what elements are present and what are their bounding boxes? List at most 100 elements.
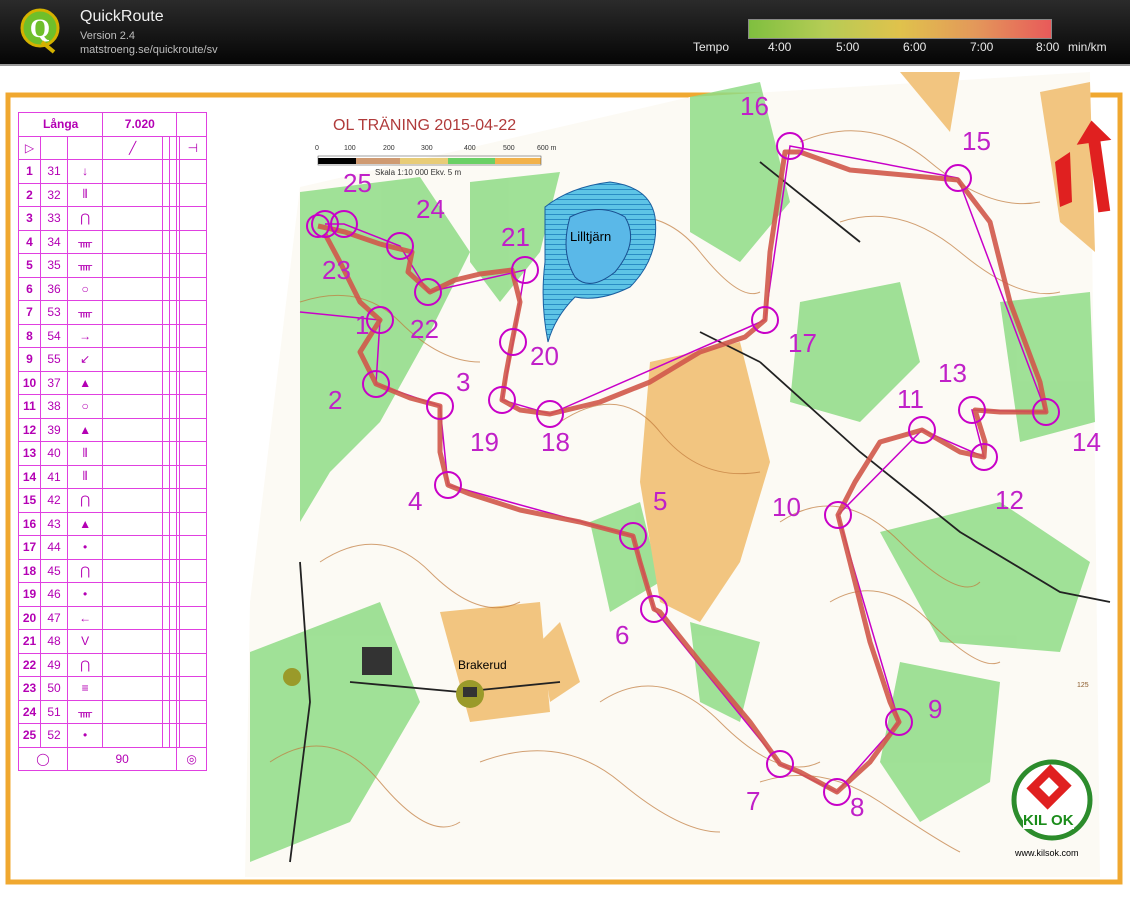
empty-cell — [168, 723, 178, 748]
start-triangle-icon: ▷ — [18, 135, 41, 160]
control-symbol-icon: ᚄ — [66, 229, 104, 254]
empty-cell — [161, 229, 171, 254]
empty-cell — [161, 206, 171, 231]
control-symbol-icon: ▲ — [66, 417, 104, 442]
control-number: 25 — [18, 723, 41, 748]
control-code: 31 — [40, 159, 68, 184]
quickroute-logo-icon: Q — [20, 8, 60, 54]
empty-cell — [168, 276, 178, 301]
control-label: 16 — [740, 91, 769, 121]
control-code: 39 — [40, 417, 68, 442]
control-description-row: 23 50 ≡ — [18, 676, 208, 701]
empty-cell — [178, 394, 208, 419]
control-symbol-icon: ← — [66, 605, 104, 630]
control-number: 23 — [18, 676, 41, 701]
control-number: 2 — [18, 182, 41, 207]
empty-cell — [168, 629, 178, 654]
empty-cell — [161, 723, 171, 748]
empty-cell — [168, 300, 178, 325]
empty-cell — [102, 394, 163, 419]
control-label: 12 — [995, 485, 1024, 515]
control-label: 3 — [456, 367, 471, 397]
course-name: Långa — [17, 112, 104, 137]
control-description-row: 25 52 • — [18, 723, 208, 748]
empty-cell — [168, 370, 178, 395]
empty-cell — [102, 300, 163, 325]
tempo-tick: 7:00 — [970, 40, 994, 54]
empty-cell — [168, 229, 178, 254]
empty-cell — [178, 582, 208, 607]
empty-cell — [178, 558, 208, 583]
empty-cell — [168, 323, 178, 348]
empty-cell — [161, 276, 171, 301]
scale-tick: 200 — [383, 145, 395, 152]
control-symbol-icon: ↓ — [66, 159, 104, 184]
control-symbol-icon: ᚄ — [66, 300, 104, 325]
control-symbol-icon: • — [66, 723, 104, 748]
empty-cell — [161, 511, 171, 536]
tempo-tick: 4:00 — [768, 40, 792, 54]
control-label: 5 — [653, 486, 668, 516]
empty-cell — [102, 582, 163, 607]
control-number: 4 — [18, 229, 41, 254]
control-code: 43 — [40, 511, 68, 536]
control-description-row: 18 45 ⋂ — [18, 558, 208, 583]
empty-cell — [178, 159, 208, 184]
club-name: KIL OK — [1023, 812, 1074, 829]
empty-cell — [168, 605, 178, 630]
control-number: 21 — [18, 629, 41, 654]
flag-icon: ⊣ — [178, 135, 208, 160]
empty-cell — [161, 182, 171, 207]
control-description-row: 21 48 V — [18, 629, 208, 654]
empty-cell — [168, 206, 178, 231]
finish-distance: 90 — [66, 746, 178, 771]
empty-cell — [161, 253, 171, 278]
control-code: 48 — [40, 629, 68, 654]
empty-cell — [161, 629, 171, 654]
control-code: 32 — [40, 182, 68, 207]
control-number: 12 — [18, 417, 41, 442]
control-code: 50 — [40, 676, 68, 701]
course-length: 7.020 — [102, 112, 178, 137]
empty-cell — [102, 159, 163, 184]
slash-icon: ╱ — [102, 135, 163, 160]
scale-tick: 500 — [503, 145, 515, 152]
control-number: 11 — [18, 394, 41, 419]
control-symbol-icon: → — [66, 323, 104, 348]
control-number: 6 — [18, 276, 41, 301]
empty-cell — [168, 652, 178, 677]
control-description-row: 12 39 ▲ — [18, 417, 208, 442]
control-code: 37 — [40, 370, 68, 395]
control-symbol-icon: ○ — [66, 276, 104, 301]
empty-cell — [168, 253, 178, 278]
control-label: 17 — [788, 328, 817, 358]
control-description-row: 19 46 • — [18, 582, 208, 607]
empty-cell — [102, 652, 163, 677]
empty-cell — [102, 370, 163, 395]
empty-cell — [161, 159, 171, 184]
control-description-row: 20 47 ← — [18, 605, 208, 630]
empty-cell — [168, 558, 178, 583]
empty-cell — [161, 464, 171, 489]
empty-cell — [178, 300, 208, 325]
village-label: Brakerud — [458, 658, 507, 672]
control-number: 22 — [18, 652, 41, 677]
empty-cell — [178, 370, 208, 395]
control-description-row: 6 36 ○ — [18, 276, 208, 301]
control-label: 11 — [897, 384, 924, 414]
empty-cell — [178, 535, 208, 560]
control-number: 15 — [18, 488, 41, 513]
empty-cell — [168, 676, 178, 701]
empty-cell — [102, 229, 163, 254]
empty-cell — [161, 535, 171, 560]
control-label: 10 — [772, 492, 801, 522]
app-url[interactable]: matstroeng.se/quickroute/sv — [80, 44, 218, 56]
control-code: 55 — [40, 347, 68, 372]
control-number: 7 — [18, 300, 41, 325]
empty-cell — [178, 229, 208, 254]
tempo-color-scale — [748, 19, 1052, 39]
control-symbol-icon: ⋂ — [66, 652, 104, 677]
empty-cell — [161, 582, 171, 607]
empty-cell — [102, 699, 163, 724]
control-symbol-icon: ⫴ — [66, 182, 104, 207]
